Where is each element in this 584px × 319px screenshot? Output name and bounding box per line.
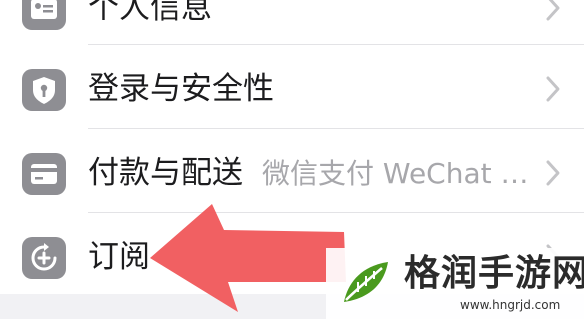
credit-card-icon — [22, 153, 66, 195]
id-card-icon — [22, 0, 66, 30]
settings-row-label: 付款与配送 — [88, 155, 243, 191]
settings-row-label: 订阅 — [88, 239, 150, 275]
shield-key-icon — [22, 69, 66, 111]
leaf-logo-icon — [344, 262, 388, 302]
subscription-icon — [22, 237, 66, 279]
payment-method-detail: 微信支付 WeChat Pay — [262, 157, 534, 190]
settings-row-payment-shipping[interactable]: 付款与配送 微信支付 WeChat Pay — [0, 129, 584, 215]
settings-row-label: 个人信息 — [88, 0, 212, 26]
settings-row-personal-info[interactable]: 个人信息 — [0, 0, 584, 50]
settings-row-label: 登录与安全性 — [88, 71, 274, 107]
watermark-title: 格润手游网 — [404, 253, 584, 294]
chevron-right-icon — [546, 160, 560, 186]
watermark-url: www.hngrjd.com — [460, 298, 561, 312]
settings-screen: 个人信息 登录与安全性 付款与配送 微信支付 WeChat Pay 订阅 格润手… — [0, 0, 584, 319]
chevron-right-icon — [546, 0, 560, 21]
chevron-right-icon — [546, 76, 560, 102]
site-watermark: 格润手游网 www.hngrjd.com — [326, 248, 584, 319]
settings-row-login-security[interactable]: 登录与安全性 — [0, 45, 584, 131]
